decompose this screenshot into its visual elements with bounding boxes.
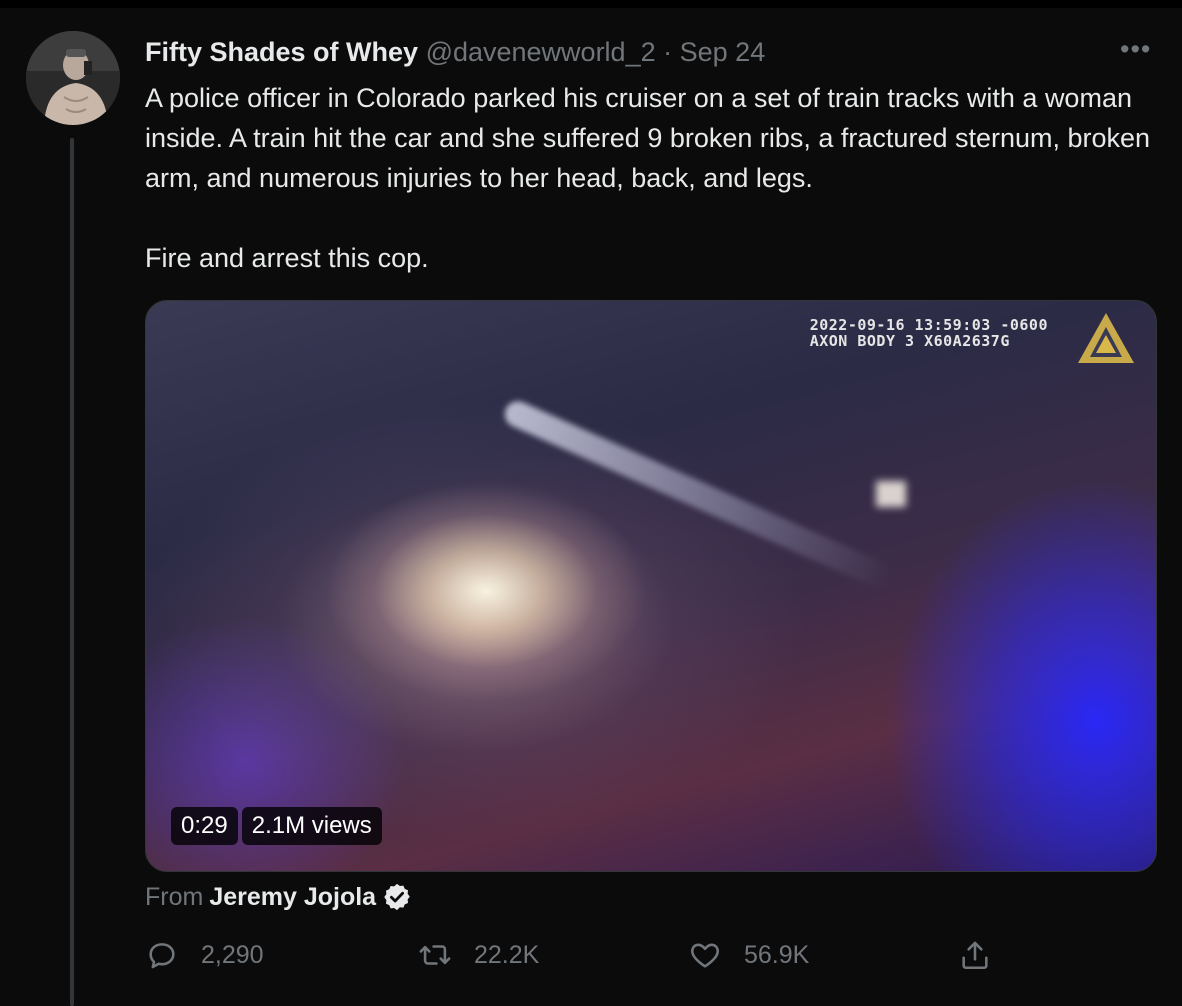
tweet-text: A police officer in Colorado parked his …	[145, 78, 1165, 278]
video-attribution: From Jeremy Jojola	[145, 880, 412, 914]
tweet-date[interactable]: Sep 24	[680, 37, 766, 67]
video-player[interactable]: 2022-09-16 13:59:03 -0600 AXON BODY 3 X6…	[145, 300, 1157, 872]
separator: ·	[663, 37, 673, 67]
watermark-timestamp: 2022-09-16 13:59:03 -0600	[809, 316, 1048, 334]
reply-button[interactable]: 2,290	[145, 938, 264, 972]
verified-badge-icon	[384, 883, 410, 911]
light-spot	[876, 481, 906, 507]
watermark-device: AXON BODY 3 X60A2637G	[809, 332, 1010, 350]
like-button[interactable]: 56.9K	[688, 938, 809, 972]
avatar[interactable]	[26, 31, 120, 125]
more-options-icon[interactable]: •••	[1120, 34, 1151, 65]
video-badges: 0:29 2.1M views	[171, 807, 382, 845]
thread-line	[70, 138, 74, 1006]
retweet-button[interactable]: 22.2K	[418, 938, 539, 972]
axon-logo-icon	[1078, 313, 1134, 363]
user-handle[interactable]: @davenewworld_2	[426, 37, 656, 67]
tweet-header: Fifty Shades of Whey @davenewworld_2 · S…	[145, 34, 765, 70]
source-name[interactable]: Jeremy Jojola	[209, 880, 376, 914]
retweet-count: 22.2K	[474, 940, 540, 969]
heart-icon	[691, 943, 719, 968]
light-streak	[500, 397, 895, 592]
share-button[interactable]	[958, 938, 992, 972]
tweet-paragraph: A police officer in Colorado parked his …	[145, 83, 1151, 193]
tweet-frame: Fifty Shades of Whey @davenewworld_2 · S…	[0, 0, 1182, 1006]
video-duration: 0:29	[171, 807, 238, 845]
tweet-paragraph: Fire and arrest this cop.	[145, 243, 429, 273]
reply-icon	[149, 943, 175, 969]
share-icon	[962, 941, 988, 970]
display-name[interactable]: Fifty Shades of Whey	[145, 37, 418, 67]
video-views: 2.1M views	[241, 807, 382, 845]
reply-count: 2,290	[201, 940, 264, 969]
retweet-icon	[419, 945, 451, 965]
person-avatar-icon	[26, 31, 120, 125]
from-label: From	[145, 883, 204, 911]
like-count: 56.9K	[744, 940, 810, 969]
bodycam-watermark: 2022-09-16 13:59:03 -0600 AXON BODY 3 X6…	[810, 317, 1048, 349]
